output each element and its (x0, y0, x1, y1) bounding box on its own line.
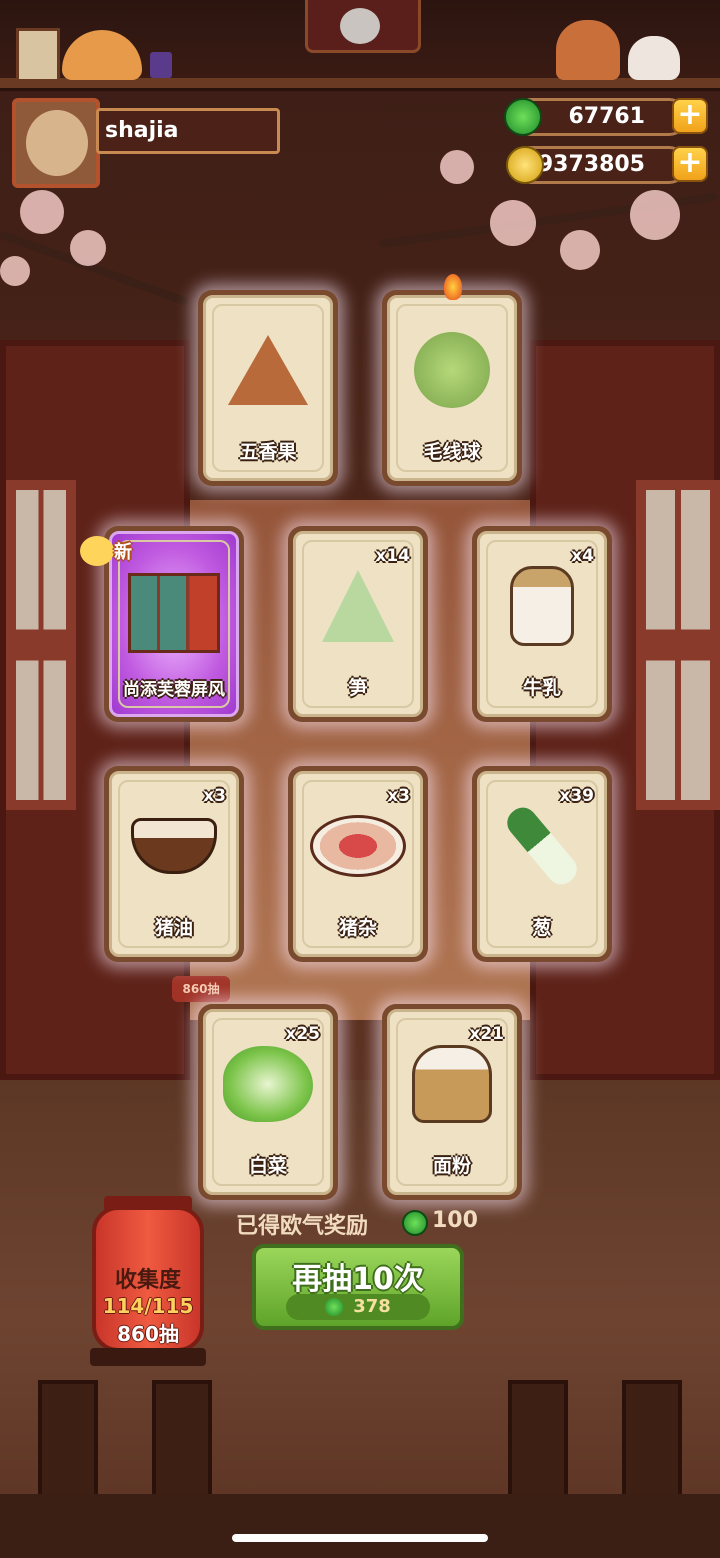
draw-cost-value: 378 (353, 1296, 391, 1317)
card-label: 面粉 (432, 1155, 471, 1177)
lantern-stand (90, 1348, 206, 1366)
yarn-ball-icon (414, 332, 490, 408)
fence-post (38, 1380, 98, 1500)
card-count: x39 (559, 786, 594, 806)
collection-progress: 114/115 (102, 1294, 194, 1318)
card-label: 毛线球 (423, 441, 481, 463)
card-count: x21 (469, 1024, 504, 1044)
pork-offal-icon (310, 815, 406, 877)
card-face: 五香果 (203, 295, 333, 481)
card-face: x14 笋 (293, 531, 423, 717)
scroll-decoration-icon (16, 28, 60, 82)
draw-button-label: 再抽10次 (292, 1262, 424, 1297)
new-badge: 新 (80, 532, 162, 572)
blossom-flower (440, 150, 474, 184)
flour-sack-icon (412, 1045, 492, 1123)
lard-bowl-icon (131, 818, 217, 874)
card-label: 五香果 (239, 441, 297, 463)
card-count: x25 (285, 1024, 320, 1044)
reward-card[interactable]: x25 白菜 (198, 1004, 338, 1200)
white-cat-icon (628, 36, 680, 80)
card-label: 白菜 (248, 1155, 287, 1177)
fire-hot-icon (444, 274, 462, 300)
card-count: x3 (203, 786, 226, 806)
card-face: x39 葱 (477, 771, 607, 957)
card-face: x25 白菜 (203, 1009, 333, 1195)
folding-screen-icon (128, 573, 220, 654)
chef-character-icon (556, 20, 620, 80)
card-face: 毛线球 (387, 295, 517, 481)
draw-10-again-button[interactable]: 再抽10次 378 (252, 1244, 464, 1330)
blossom-flower (490, 200, 536, 246)
gold-coin-icon (506, 146, 544, 184)
scallion-icon (501, 801, 583, 891)
fence-post (508, 1380, 568, 1500)
card-label: 葱 (532, 917, 552, 939)
home-indicator[interactable] (232, 1534, 488, 1542)
blossom-flower (70, 230, 106, 266)
new-badge-text: 新 (114, 542, 132, 563)
blossom-flower (630, 190, 680, 240)
right-lattice-window (636, 480, 720, 810)
reward-card[interactable]: x3 猪杂 (288, 766, 428, 962)
blossom-flower (20, 190, 64, 234)
background-draw-badge: 860抽 (172, 976, 230, 1002)
reward-card[interactable]: x39 葱 (472, 766, 612, 962)
card-face: x3 猪油 (109, 771, 239, 957)
fence-post (622, 1380, 682, 1500)
bamboo-shoot-icon (322, 570, 394, 642)
hanging-portrait-frame (305, 0, 421, 53)
collection-draws: 860抽 (117, 1322, 179, 1346)
card-face: x3 猪杂 (293, 771, 423, 957)
collection-lantern[interactable]: 收集度 114/115 860抽 (92, 1206, 204, 1352)
card-label: 牛乳 (522, 677, 561, 699)
player-avatar[interactable] (12, 98, 100, 188)
blossom-flower (560, 230, 600, 270)
reward-card[interactable]: x14 笋 (288, 526, 428, 722)
left-lattice-window (6, 480, 76, 810)
card-face: x4 牛乳 (477, 531, 607, 717)
player-name: shajia (96, 108, 280, 154)
fence-post (152, 1380, 212, 1500)
luck-reward-value: 100 (432, 1208, 478, 1233)
card-label: 猪杂 (338, 917, 377, 939)
card-label: 笋 (348, 677, 368, 699)
reward-card[interactable]: x21 面粉 (382, 1004, 522, 1200)
luck-reward-label: 已得欧气奖励 (236, 1214, 369, 1239)
milk-jar-icon (510, 566, 574, 646)
card-label: 尚添芙蓉屏风 (123, 680, 225, 700)
purple-book-icon (150, 52, 172, 78)
floor-edge (0, 1494, 720, 1558)
avatar-face-icon (26, 110, 88, 176)
reward-card[interactable]: x3 猪油 (104, 766, 244, 962)
butterfly-icon (80, 536, 114, 566)
collection-title: 收集度 (114, 1268, 181, 1293)
add-gold-button[interactable]: + (672, 146, 708, 182)
reward-card[interactable]: 毛线球 (382, 290, 522, 486)
green-jade-coin-icon (325, 1298, 344, 1316)
draw-cost: 378 (286, 1294, 430, 1320)
green-jade-coin-icon (504, 98, 542, 136)
dumpling-icon (228, 335, 308, 405)
add-jade-button[interactable]: + (672, 98, 708, 134)
card-count: x14 (375, 546, 410, 566)
cabbage-icon (223, 1046, 313, 1122)
card-face: x21 面粉 (387, 1009, 517, 1195)
cat-portrait-icon (340, 8, 380, 44)
blossom-flower (0, 256, 30, 286)
reward-card[interactable]: x4 牛乳 (472, 526, 612, 722)
card-label: 猪油 (154, 917, 193, 939)
card-count: x4 (571, 546, 594, 566)
reward-card[interactable]: 五香果 (198, 290, 338, 486)
green-jade-coin-icon (402, 1210, 428, 1236)
card-count: x3 (387, 786, 410, 806)
